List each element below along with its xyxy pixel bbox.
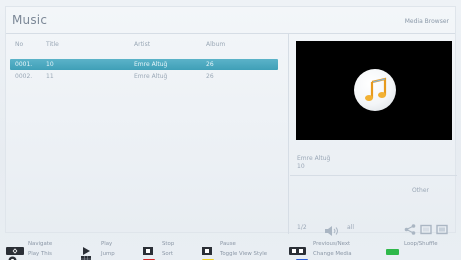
green-button-icon <box>386 240 399 259</box>
legend-stop: Stop <box>143 239 193 255</box>
album-art-preview <box>296 41 452 140</box>
legend-loop-shuffle: Loop/Shuffle <box>386 239 458 255</box>
info-pane: Emre Altuğ 10 Other 1/2 all <box>290 34 457 236</box>
legend-pause: Pause <box>202 239 262 255</box>
track-counter: 1/2 <box>297 224 307 231</box>
main-panel: Music Media Browser No Title Artist Albu… <box>5 6 457 236</box>
row-album: 26 <box>206 61 214 68</box>
blue-button-icon <box>296 250 308 260</box>
music-note-icon <box>361 77 391 105</box>
keypad-icon <box>81 250 91 260</box>
legend-change-media-label: Change Media <box>313 251 352 257</box>
legend-sort: Sort <box>143 249 193 260</box>
legend-toggle-view-style: Toggle View Style <box>202 249 282 260</box>
column-header-no[interactable]: No <box>15 41 23 48</box>
volume-label: all <box>347 224 355 231</box>
now-playing-title: 10 <box>297 163 305 170</box>
page-subtitle: Media Browser <box>404 18 449 25</box>
legend-pause-label: Pause <box>220 241 236 247</box>
legend-jump: Jump <box>81 249 131 260</box>
legend-navigate-label: Navigate <box>28 241 53 247</box>
page-title: Music <box>12 13 48 27</box>
legend-loop-shuffle-label: Loop/Shuffle <box>404 241 438 247</box>
row-no: 0001. <box>15 61 33 68</box>
legend-previous-next-label: Previous/Next <box>313 241 351 247</box>
legend-play-this: Play This <box>8 249 68 260</box>
red-button-icon <box>143 250 155 260</box>
table-row[interactable]: 0002. 11 Emre Altuğ 26 <box>10 71 278 82</box>
table-row-selected[interactable]: 0001. 10 Emre Altuğ 26 <box>10 59 278 70</box>
now-playing-artist: Emre Altuğ <box>297 155 331 162</box>
track-list: No Title Artist Album 0001. 10 Emre Altu… <box>6 34 289 234</box>
row-title: 11 <box>46 73 54 80</box>
row-no: 0002. <box>15 73 33 80</box>
column-header-title[interactable]: Title <box>46 41 59 48</box>
legend-toggle-view-style-label: Toggle View Style <box>220 251 268 257</box>
legend-navigate: Navigate <box>6 239 66 255</box>
legend-stop-label: Stop <box>162 241 175 247</box>
legend-jump-label: Jump <box>101 251 115 257</box>
row-artist: Emre Altuğ <box>134 61 168 68</box>
column-header-album[interactable]: Album <box>206 41 225 48</box>
row-title: 10 <box>46 61 54 68</box>
legend-sort-label: Sort <box>162 251 174 257</box>
row-artist: Emre Altuğ <box>134 73 168 80</box>
other-label: Other <box>411 187 429 194</box>
header: Music Media Browser <box>6 7 455 34</box>
legend-play-label: Play <box>101 241 113 247</box>
column-header-artist[interactable]: Artist <box>134 41 150 48</box>
legend-play: Play <box>82 239 132 255</box>
ok-button-icon <box>8 250 17 260</box>
row-album: 26 <box>206 73 214 80</box>
yellow-button-icon <box>202 250 214 260</box>
info-divider <box>290 175 457 176</box>
media-browser-screen: Music Media Browser No Title Artist Albu… <box>0 0 461 260</box>
legend-previous-next: Previous/Next <box>289 239 359 255</box>
legend-change-media: Change Media <box>296 249 366 260</box>
remote-control-legend: Navigate Play This Play Jump Stop Sort P… <box>0 234 461 260</box>
legend-play-this-label: Play This <box>28 251 52 257</box>
